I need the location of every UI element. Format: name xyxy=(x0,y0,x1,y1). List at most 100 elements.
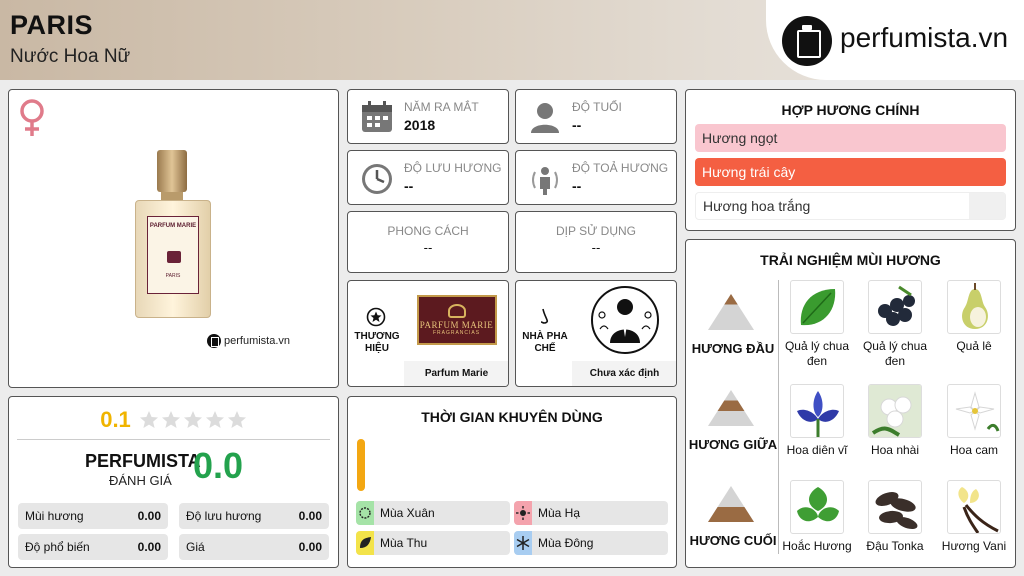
season-spring: Mùa Xuân xyxy=(356,501,510,525)
page-subtitle: Nước Hoa Nữ xyxy=(10,46,131,67)
rating-star-icon[interactable] xyxy=(183,410,203,430)
perfumista-rating-sub: ĐÁNH GIÁ xyxy=(109,473,172,488)
info-longevity-value: -- xyxy=(404,178,414,194)
info-sillage-label: ĐỘ TOẢ HƯƠNG xyxy=(572,161,669,175)
note-name: Đậu Tonka xyxy=(866,539,924,553)
perfumer-icon xyxy=(590,286,659,354)
user-rating-score: 0.1 xyxy=(100,407,131,432)
pyramid-top-icon xyxy=(708,294,754,330)
note-image-iris[interactable] xyxy=(790,384,844,438)
note-name: Hương Vani xyxy=(941,539,1007,553)
person-icon xyxy=(531,103,559,133)
time-title: THỜI GIAN KHUYÊN DÙNG xyxy=(421,409,603,425)
info-year: NĂM RA MẮT 2018 xyxy=(347,89,509,144)
bottle-label-brand: PARFUM MARIE xyxy=(149,223,197,229)
notes-title: TRẢI NGHIỆM MÙI HƯƠNG xyxy=(760,252,941,268)
sillage-icon xyxy=(532,167,558,195)
brand-name[interactable]: Parfum Marie xyxy=(404,361,508,386)
brand-card[interactable]: THƯƠNG HIỆU PARFUM MARIE FRAGRANCIAS Par… xyxy=(347,280,509,387)
info-age-label: ĐỘ TUỔI xyxy=(572,100,622,114)
nose-icon xyxy=(540,308,549,324)
metric-popularity: Độ phổ biến 0.00 xyxy=(18,534,168,560)
pyramid-middle-icon xyxy=(708,390,754,426)
info-occasion-label: DỊP SỬ DỤNG xyxy=(555,224,637,238)
clock-icon xyxy=(362,164,392,194)
note-image-vanilla[interactable] xyxy=(947,480,1001,534)
snowflake-icon xyxy=(516,536,530,550)
perfume-bottle-icon xyxy=(207,334,221,348)
rating-star-icon[interactable] xyxy=(205,410,225,430)
info-sillage: ĐỘ TOẢ HƯƠNG -- xyxy=(515,150,677,205)
note-image-patchouli[interactable] xyxy=(790,480,844,534)
brand-label: THƯƠNG HIỆU xyxy=(354,331,400,354)
note-name: Hoắc Hương xyxy=(782,539,852,553)
metric-price: Giá 0.00 xyxy=(179,534,329,560)
accords-title: HỢP HƯƠNG CHÍNH xyxy=(781,102,920,118)
accord-item[interactable]: Hương ngọt xyxy=(695,124,1006,152)
accord-item[interactable]: Hương hoa trắng xyxy=(695,192,1006,220)
perfumer-name[interactable]: Chưa xác định xyxy=(572,361,676,386)
crown-icon xyxy=(447,304,466,318)
sun-icon xyxy=(516,506,530,520)
pyramid-base-icon xyxy=(708,486,754,522)
rating-card: 0.1 PERFUMISTA ĐÁNH GIÁ 0.0 Mùi hương 0.0… xyxy=(8,396,339,568)
note-name: Quả lý chua đen xyxy=(784,339,850,368)
logo-text: perfumista.vn xyxy=(840,22,1009,53)
recommended-time-card: THỜI GIAN KHUYÊN DÙNG Mùa Xuân Mùa Hạ Mù… xyxy=(347,396,677,568)
calendar-icon xyxy=(362,101,392,132)
scent-notes-card: TRẢI NGHIỆM MÙI HƯƠNG HƯƠNG ĐẦU Quả lý c… xyxy=(685,239,1016,568)
info-occasion-value: -- xyxy=(591,240,601,255)
note-image-orange-blossom[interactable] xyxy=(947,384,1001,438)
rating-star-icon[interactable] xyxy=(139,410,159,430)
bottle-label-name: PARIS xyxy=(165,273,181,279)
perfumista-rating-score: 0.0 xyxy=(193,445,244,486)
tier-base-label: HƯƠNG CUỐI xyxy=(689,533,777,548)
rating-star-icon[interactable] xyxy=(161,410,181,430)
perfumer-card[interactable]: NHÀ PHA CHẾ Chưa xác định xyxy=(515,280,677,387)
info-year-value: 2018 xyxy=(404,117,436,133)
info-age: ĐỘ TUỔI -- xyxy=(515,89,677,144)
note-image-blackcurrant-leaf[interactable] xyxy=(790,280,844,334)
user-rating: 0.1 xyxy=(9,407,338,433)
logo[interactable]: perfumista.vn xyxy=(766,0,1024,80)
info-longevity: ĐỘ LƯU HƯƠNG -- xyxy=(347,150,509,205)
info-sillage-value: -- xyxy=(572,178,582,194)
rating-star-icon[interactable] xyxy=(227,410,247,430)
product-image-card: PARFUM MARIE PARIS perfumista.vn xyxy=(8,89,339,388)
info-age-value: -- xyxy=(572,117,582,133)
perfumista-rating-brand: PERFUMISTA xyxy=(85,451,201,471)
note-name: Hoa diên vĩ xyxy=(786,443,848,457)
brand-logo-tag: FRAGRANCIAS xyxy=(432,330,481,336)
tier-top-label: HƯƠNG ĐẦU xyxy=(691,341,775,356)
accord-item[interactable]: Hương trái cây xyxy=(695,158,1006,186)
season-summer: Mùa Hạ xyxy=(514,501,668,525)
divider xyxy=(17,439,330,440)
perfumer-label: NHÀ PHA CHẾ xyxy=(522,331,568,354)
divider xyxy=(778,280,779,554)
time-indicator-bar xyxy=(357,439,365,491)
tier-middle-label: HƯƠNG GIỮA xyxy=(688,437,778,452)
page-title: PARIS xyxy=(10,10,94,40)
note-image-tonka-bean[interactable] xyxy=(868,480,922,534)
perfumer-image xyxy=(572,281,676,359)
info-style-label: PHONG CÁCH xyxy=(387,224,469,238)
brand-logo-text: PARFUM MARIE xyxy=(419,320,494,330)
info-longevity-label: ĐỘ LƯU HƯƠNG xyxy=(404,161,502,175)
info-occasion: DỊP SỬ DỤNG -- xyxy=(515,211,677,273)
brand-logo-image: PARFUM MARIE FRAGRANCIAS xyxy=(404,281,508,359)
note-name: Hoa cam xyxy=(949,443,999,457)
note-name: Quả lê xyxy=(956,339,992,353)
header: PARIS Nước Hoa Nữ perfumista.vn xyxy=(0,0,1024,80)
spring-icon xyxy=(359,507,371,519)
venus-icon xyxy=(20,99,44,136)
main-accords-card: HỢP HƯƠNG CHÍNH Hương ngọt Hương trái câ… xyxy=(685,89,1016,231)
info-style-value: -- xyxy=(423,240,433,255)
watermark-text: perfumista.vn xyxy=(224,335,291,347)
star-badge-icon xyxy=(366,307,386,327)
info-style: PHONG CÁCH -- xyxy=(347,211,509,273)
note-image-jasmine[interactable] xyxy=(868,384,922,438)
note-image-blackcurrant[interactable] xyxy=(868,280,922,334)
metric-scent: Mùi hương 0.00 xyxy=(18,503,168,529)
leaf-icon xyxy=(360,537,371,548)
note-image-pear[interactable] xyxy=(947,280,1001,334)
